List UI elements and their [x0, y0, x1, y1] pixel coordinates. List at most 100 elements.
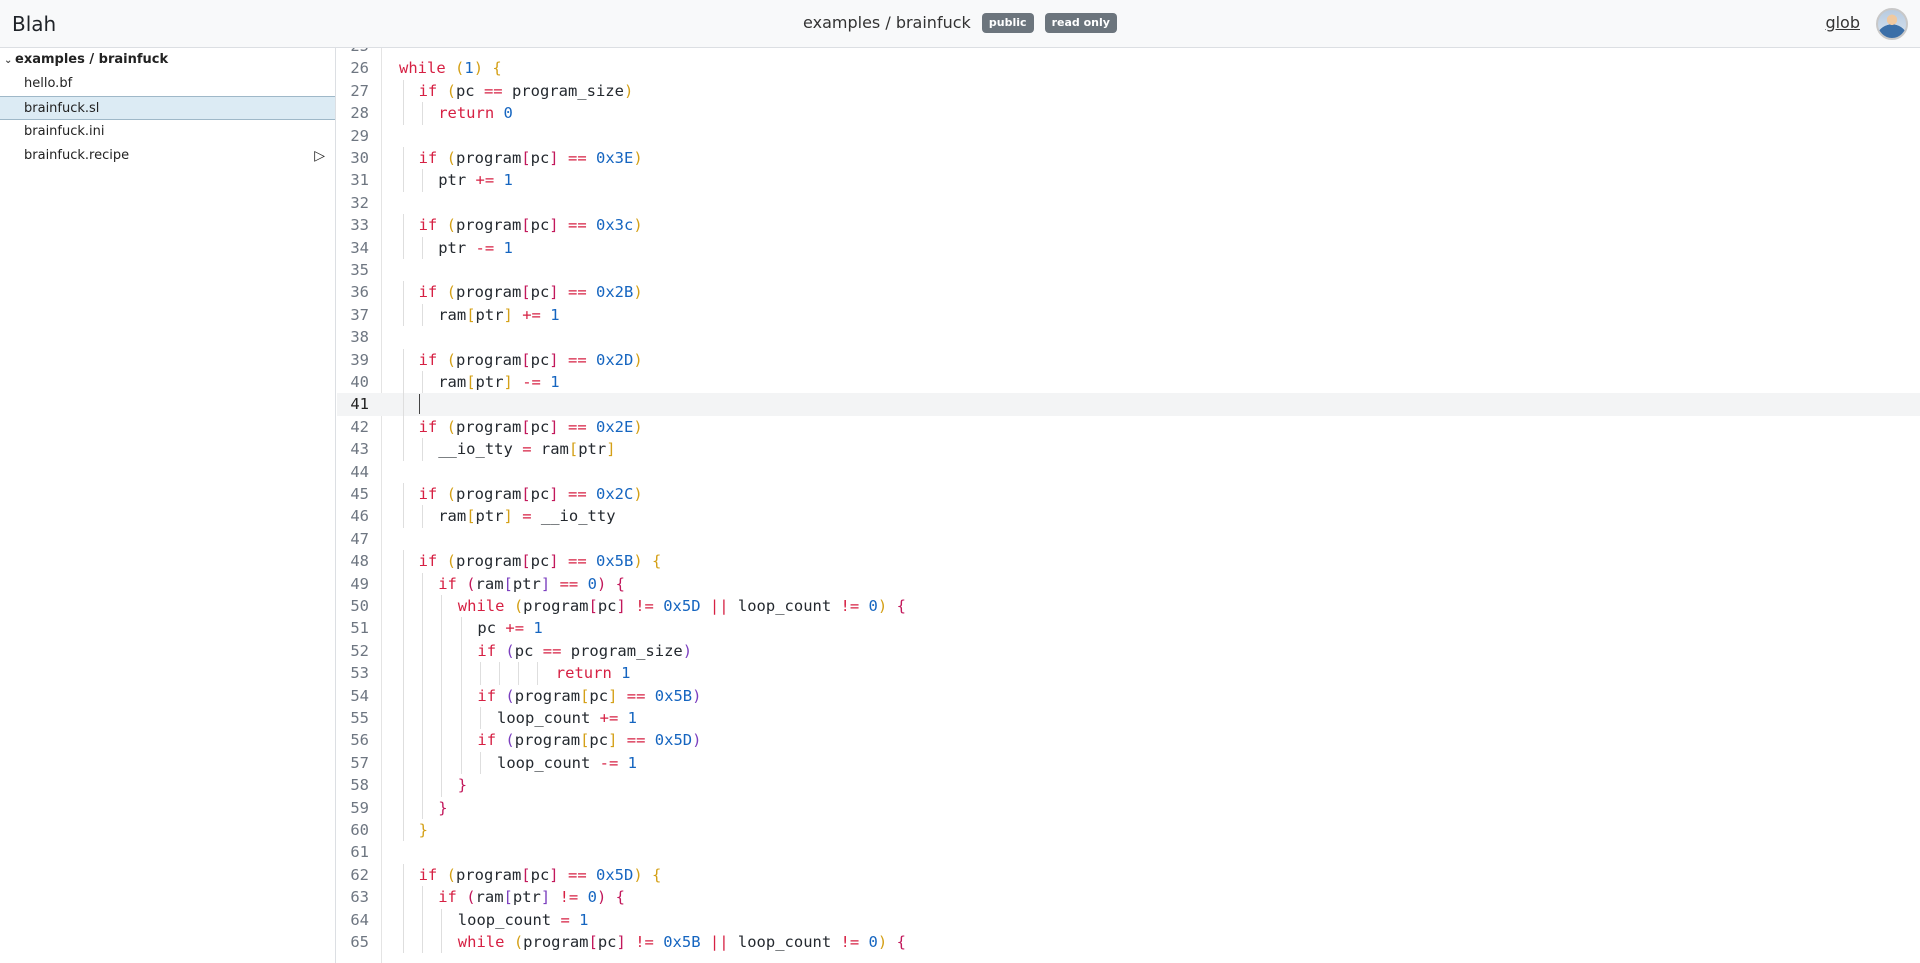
public-badge: public	[981, 13, 1034, 33]
code-line[interactable]: 32	[337, 192, 1920, 214]
code-line[interactable]: 34 ptr -= 1	[337, 236, 1920, 259]
code-line[interactable]: 52 if (pc == program_size)	[337, 639, 1920, 663]
text-cursor	[418, 394, 420, 415]
code-line[interactable]: 37 ram[ptr] += 1	[337, 303, 1920, 327]
code-text: if (program[pc] == 0x2B)	[418, 283, 643, 302]
code-text: while (program[pc] != 0x5D || loop_count…	[457, 597, 906, 615]
code-line[interactable]: 65 while (program[pc] != 0x5B || loop_cou…	[337, 931, 1920, 954]
avatar[interactable]	[1876, 8, 1908, 40]
code-line[interactable]: 25	[337, 48, 1920, 57]
line-number: 50	[350, 597, 369, 615]
code-line[interactable]: 59}	[337, 796, 1920, 819]
code-line[interactable]: 58}	[337, 774, 1920, 797]
indent-guide	[460, 684, 462, 707]
indent-guide	[403, 819, 404, 842]
code-line[interactable]: 33 if (program[pc] == 0x3c)	[337, 214, 1920, 237]
indent-guide	[422, 707, 424, 730]
code-editor[interactable]: 25 26 while (1) {27 if (pc == program_size)…	[337, 48, 1920, 963]
line-number: 61	[350, 843, 369, 862]
code-line[interactable]: 26 while (1) {	[337, 57, 1920, 79]
user-link[interactable]: glob	[1825, 13, 1860, 32]
code-line[interactable]: 57 loop_count -= 1	[337, 751, 1920, 775]
file-item-brainfuck-sl[interactable]: brainfuck.sl	[0, 96, 335, 120]
code-line[interactable]: 55 loop_count += 1	[337, 707, 1920, 730]
indent-guide	[422, 774, 424, 797]
code-line[interactable]: 40 ram[ptr] -= 1	[337, 371, 1920, 394]
line-number: 48	[350, 552, 369, 571]
code-line[interactable]: 62 if (program[pc] == 0x5D) {	[337, 863, 1920, 887]
code-line[interactable]: 27 if (pc == program_size)	[337, 79, 1920, 103]
line-number: 31	[350, 171, 369, 190]
code-line[interactable]: 60}	[337, 819, 1920, 842]
code-text: if (program[pc] == 0x2D)	[418, 350, 643, 369]
file-item-hello-bf[interactable]: hello.bf	[0, 72, 335, 96]
code-line[interactable]: 56 if (program[pc] == 0x5D)	[337, 729, 1920, 752]
indent-guide	[422, 595, 424, 618]
code-text: if (program[pc] == 0x2C)	[418, 485, 643, 503]
indent-guide	[441, 662, 443, 685]
code-line[interactable]: 41	[337, 393, 1920, 416]
line-number: 29	[350, 126, 369, 145]
indent-guide	[460, 729, 462, 752]
indent-guide	[403, 79, 404, 103]
code-line[interactable]: 46 ram[ptr] = __io_tty	[337, 505, 1920, 528]
run-recipe-icon[interactable]: ▷	[314, 144, 325, 168]
code-line[interactable]: 63 if (ram[ptr] != 0) {	[337, 886, 1920, 909]
code-line[interactable]: 39 if (program[pc] == 0x2D)	[337, 348, 1920, 371]
line-number: 60	[350, 821, 369, 839]
line-number: 53	[350, 664, 369, 683]
code-line[interactable]: 53 return 1	[337, 662, 1920, 685]
indent-guide	[403, 415, 404, 439]
file-tree: ⌄ examples / brainfuck hello.bf brainfuck…	[0, 48, 336, 963]
indent-guide	[422, 751, 424, 775]
indent-guide	[441, 707, 443, 730]
line-number: 30	[350, 149, 369, 167]
code-line[interactable]: 38	[337, 326, 1920, 348]
code-line[interactable]: 50 while (program[pc] != 0x5D || loop_cou…	[337, 595, 1920, 618]
code-line[interactable]: 35	[337, 259, 1920, 281]
chevron-down-icon: ⌄	[4, 55, 13, 66]
line-number: 57	[350, 753, 369, 772]
code-line[interactable]: 64 loop_count = 1	[337, 908, 1920, 931]
indent-guide	[403, 774, 404, 797]
code-line[interactable]: 51 pc += 1	[337, 617, 1920, 640]
indent-guide	[403, 102, 404, 125]
code-line[interactable]: 43 __io_tty = ram[ptr]	[337, 438, 1920, 461]
code-line[interactable]: 47	[337, 528, 1920, 550]
indent-guide	[403, 931, 404, 954]
line-number: 35	[350, 261, 369, 279]
folder-examples-brainfuck[interactable]: ⌄ examples / brainfuck	[0, 48, 335, 72]
line-number: 38	[350, 328, 369, 347]
line-number: 32	[350, 193, 369, 212]
code-line[interactable]: 30 if (program[pc] == 0x3E)	[337, 147, 1920, 170]
code-line[interactable]: 48 if (program[pc] == 0x5B) {	[337, 550, 1920, 573]
code-text: pc += 1	[477, 619, 543, 638]
code-line[interactable]: 44	[337, 461, 1920, 483]
indent-guide	[403, 281, 404, 304]
indent-guide	[422, 617, 424, 640]
code-line[interactable]: 31 ptr += 1	[337, 169, 1920, 192]
file-item-brainfuck-recipe[interactable]: brainfuck.recipe ▷	[0, 144, 335, 168]
file-item-brainfuck-ini[interactable]: brainfuck.ini	[0, 120, 335, 144]
repo-path: examples / brainfuck	[803, 13, 971, 32]
code-line[interactable]: 49 if (ram[ptr] == 0) {	[337, 572, 1920, 595]
code-line[interactable]: 36 if (program[pc] == 0x2B)	[337, 281, 1920, 304]
code-line[interactable]: 29	[337, 125, 1920, 147]
code-line[interactable]: 28 return 0	[337, 102, 1920, 125]
indent-guide	[403, 438, 404, 461]
indent-guide	[537, 662, 539, 685]
indent-guide	[499, 662, 501, 685]
code-line[interactable]: 42 if (program[pc] == 0x2E)	[337, 415, 1920, 439]
indent-guide	[403, 303, 404, 327]
indent-guide	[422, 102, 424, 125]
indent-guide	[422, 236, 424, 259]
indent-guide	[441, 684, 443, 707]
line-number: 65	[350, 933, 369, 951]
code-line[interactable]: 54 if (program[pc] == 0x5B)	[337, 684, 1920, 707]
code-text: if (pc == program_size)	[477, 641, 693, 660]
code-line[interactable]: 45 if (program[pc] == 0x2C)	[337, 483, 1920, 506]
code-text: __io_tty = ram[ptr]	[438, 440, 616, 459]
code-text: loop_count += 1	[497, 709, 638, 727]
repo-title: examples / brainfuck public read only	[0, 13, 1920, 33]
code-line[interactable]: 61	[337, 841, 1920, 863]
